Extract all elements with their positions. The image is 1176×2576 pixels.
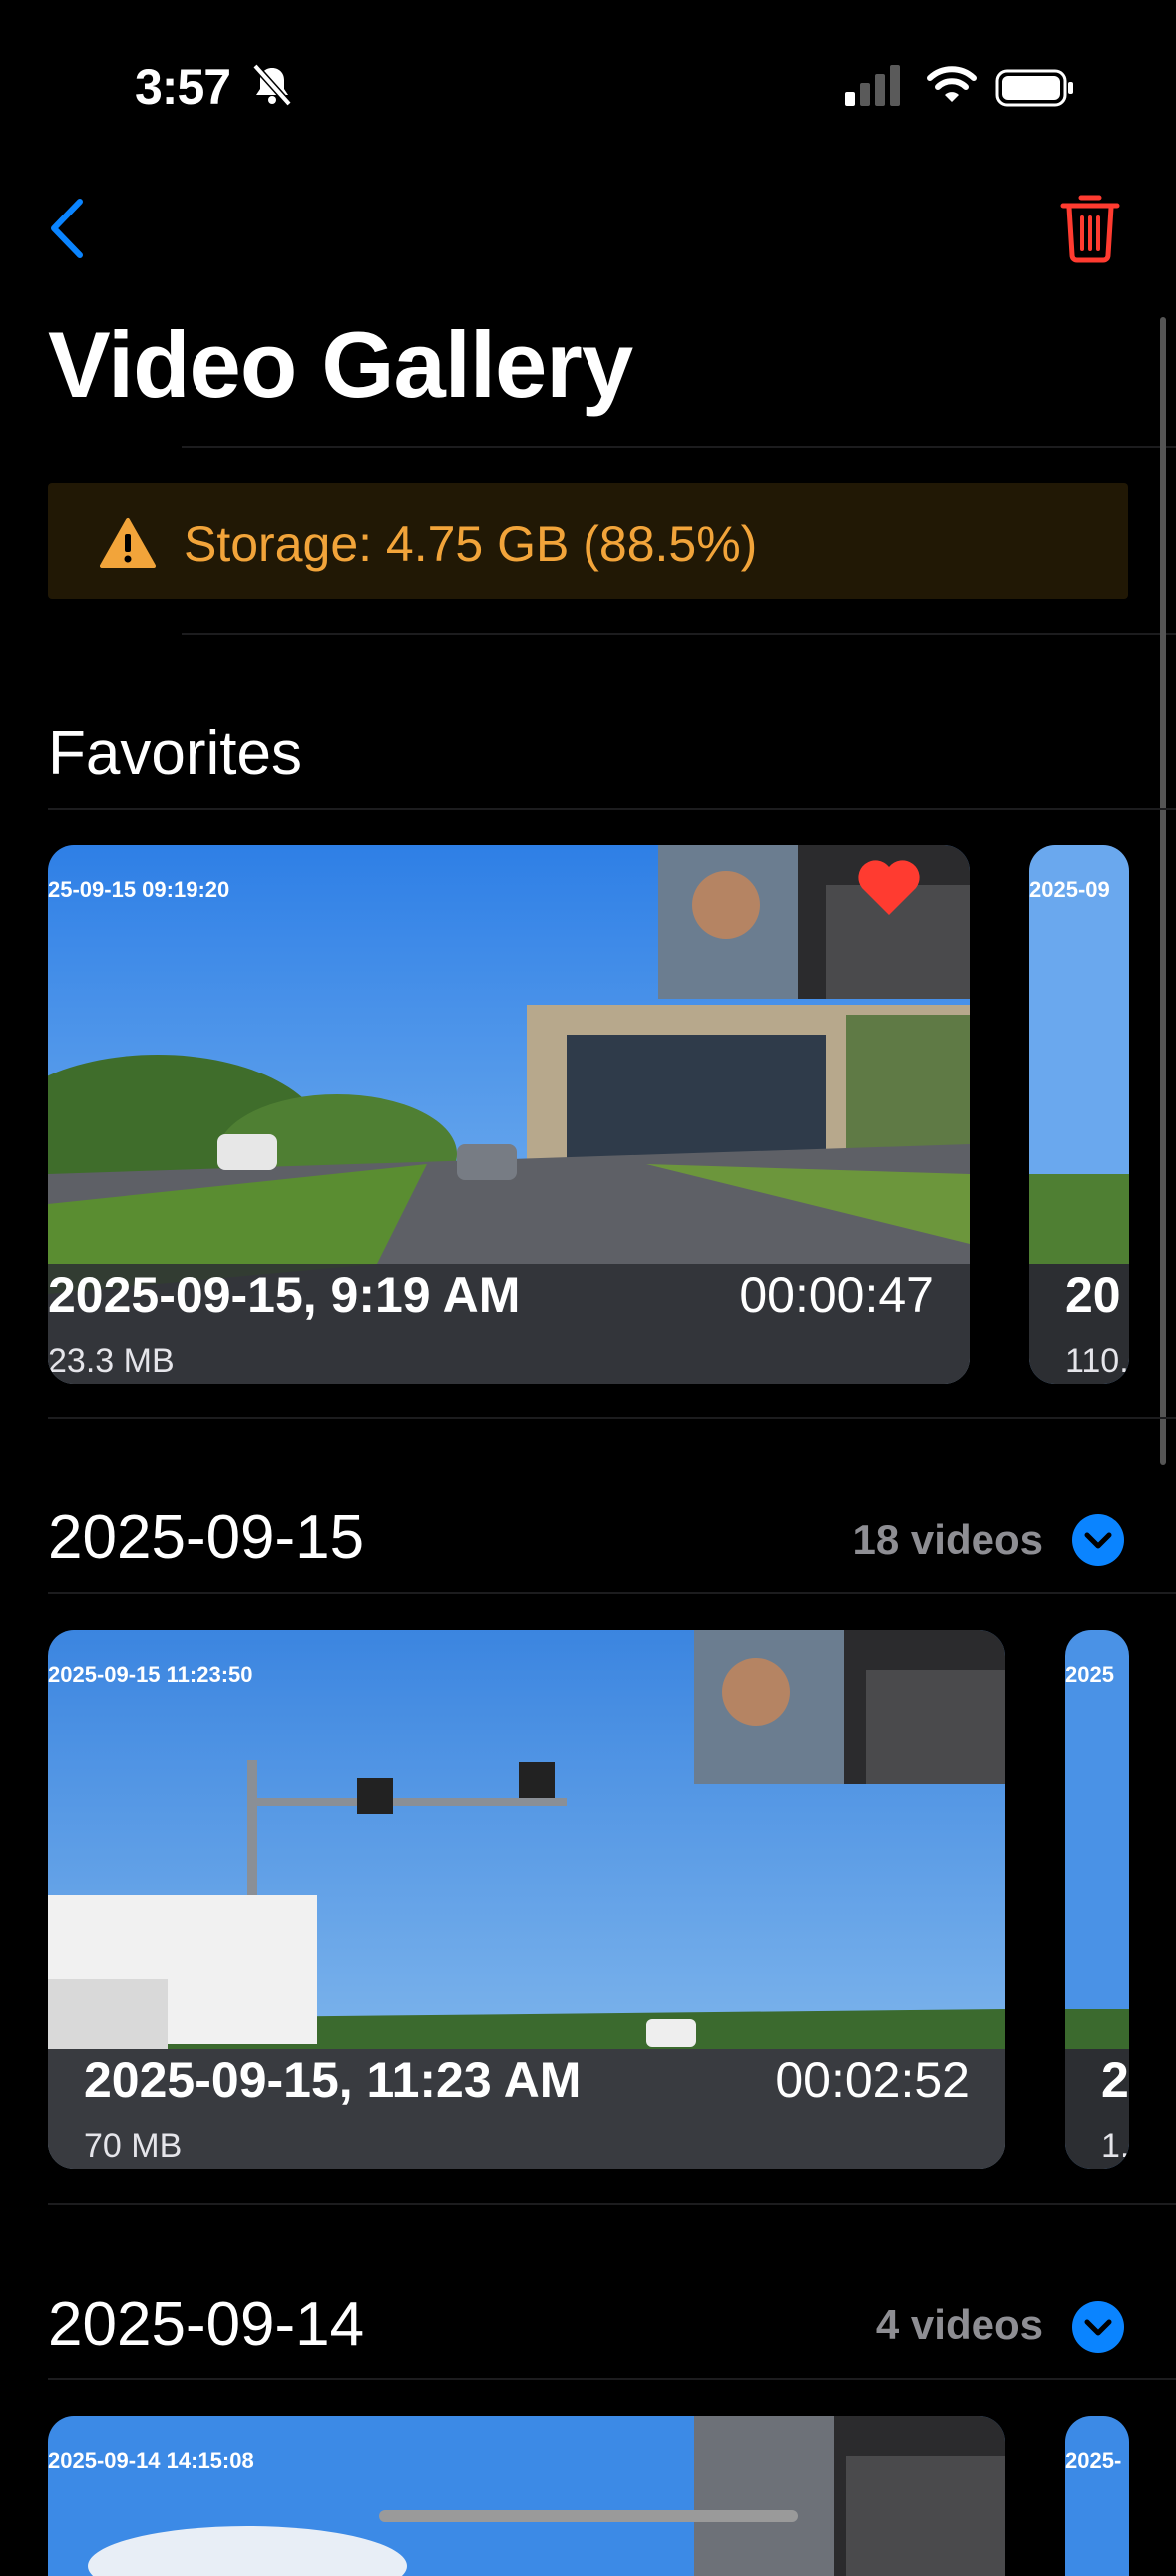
video-timestamp-overlay: 25-09-15 09:19:20: [48, 877, 230, 902]
video-date: 2025-09-15, 9:19 AM: [48, 1267, 521, 1323]
heart-icon[interactable]: [856, 857, 922, 917]
back-chevron-icon[interactable]: [44, 196, 92, 261]
divider: [48, 1417, 1176, 1419]
wifi-icon: [927, 66, 977, 102]
trash-icon[interactable]: [1059, 190, 1121, 263]
chevron-down-circle-icon[interactable]: [1072, 1514, 1124, 1566]
chevron-down-circle-icon[interactable]: [1072, 2301, 1124, 2353]
page-title: Video Gallery: [48, 312, 633, 417]
video-timestamp-overlay: 2025-09-15 11:23:50: [48, 1662, 253, 1687]
video-size: 70 MB: [84, 2127, 183, 2165]
video-timestamp-overlay: 2025-: [1065, 2448, 1122, 2473]
scrollbar[interactable]: [1160, 317, 1166, 1465]
video-timestamp-overlay: 2025-09: [1029, 877, 1110, 902]
video-date: 2025-09-15, 11:23 AM: [84, 2052, 582, 2108]
video-thumbnail: [48, 2416, 1005, 2576]
storage-text: Storage: 4.75 GB (88.5%): [184, 516, 758, 572]
home-indicator[interactable]: [379, 2510, 798, 2522]
video-card[interactable]: 2025 2 1.: [1065, 1630, 1129, 2169]
section-title: 2025-09-15: [48, 1503, 365, 1572]
video-timestamp-overlay: 2025-09-14 14:15:08: [48, 2448, 254, 2473]
divider: [182, 633, 1176, 635]
video-duration: 00:00:47: [739, 1267, 934, 1323]
video-card[interactable]: 2025-09-14 14:15:08: [48, 2416, 1005, 2576]
divider: [48, 808, 1176, 810]
status-time: 3:57: [135, 59, 231, 115]
video-size: 110.: [1065, 1342, 1129, 1380]
video-size: 1.: [1101, 2127, 1129, 2165]
favorites-title: Favorites: [48, 719, 302, 788]
video-date: 2: [1101, 2052, 1129, 2108]
divider: [48, 1592, 1176, 1594]
cellular-signal-icon: [845, 65, 900, 106]
video-count: 18 videos: [852, 1516, 1043, 1563]
battery-icon: [995, 69, 1073, 107]
video-card[interactable]: 2025-09 20 110.: [1029, 845, 1129, 1384]
video-count: 4 videos: [875, 2301, 1043, 2348]
video-card[interactable]: 2025-09-15 11:23:50 2025-09-15, 11:23 AM…: [48, 1630, 1005, 2169]
silent-bell-icon: [252, 63, 292, 107]
section-title: 2025-09-14: [48, 2290, 365, 2359]
video-card[interactable]: 25-09-15 09:19:20 2025-09-15, 9:19 AM 00…: [48, 845, 970, 1384]
divider: [48, 2203, 1176, 2205]
video-date: 20: [1065, 1267, 1121, 1323]
divider: [48, 2378, 1176, 2380]
video-card[interactable]: 2025-: [1065, 2416, 1129, 2576]
video-timestamp-overlay: 2025: [1065, 1662, 1114, 1687]
video-duration: 00:02:52: [775, 2052, 970, 2108]
warning-triangle-icon: [100, 518, 156, 568]
video-size: 23.3 MB: [48, 1342, 175, 1380]
video-thumbnail: [1065, 2416, 1129, 2576]
divider: [182, 446, 1176, 448]
